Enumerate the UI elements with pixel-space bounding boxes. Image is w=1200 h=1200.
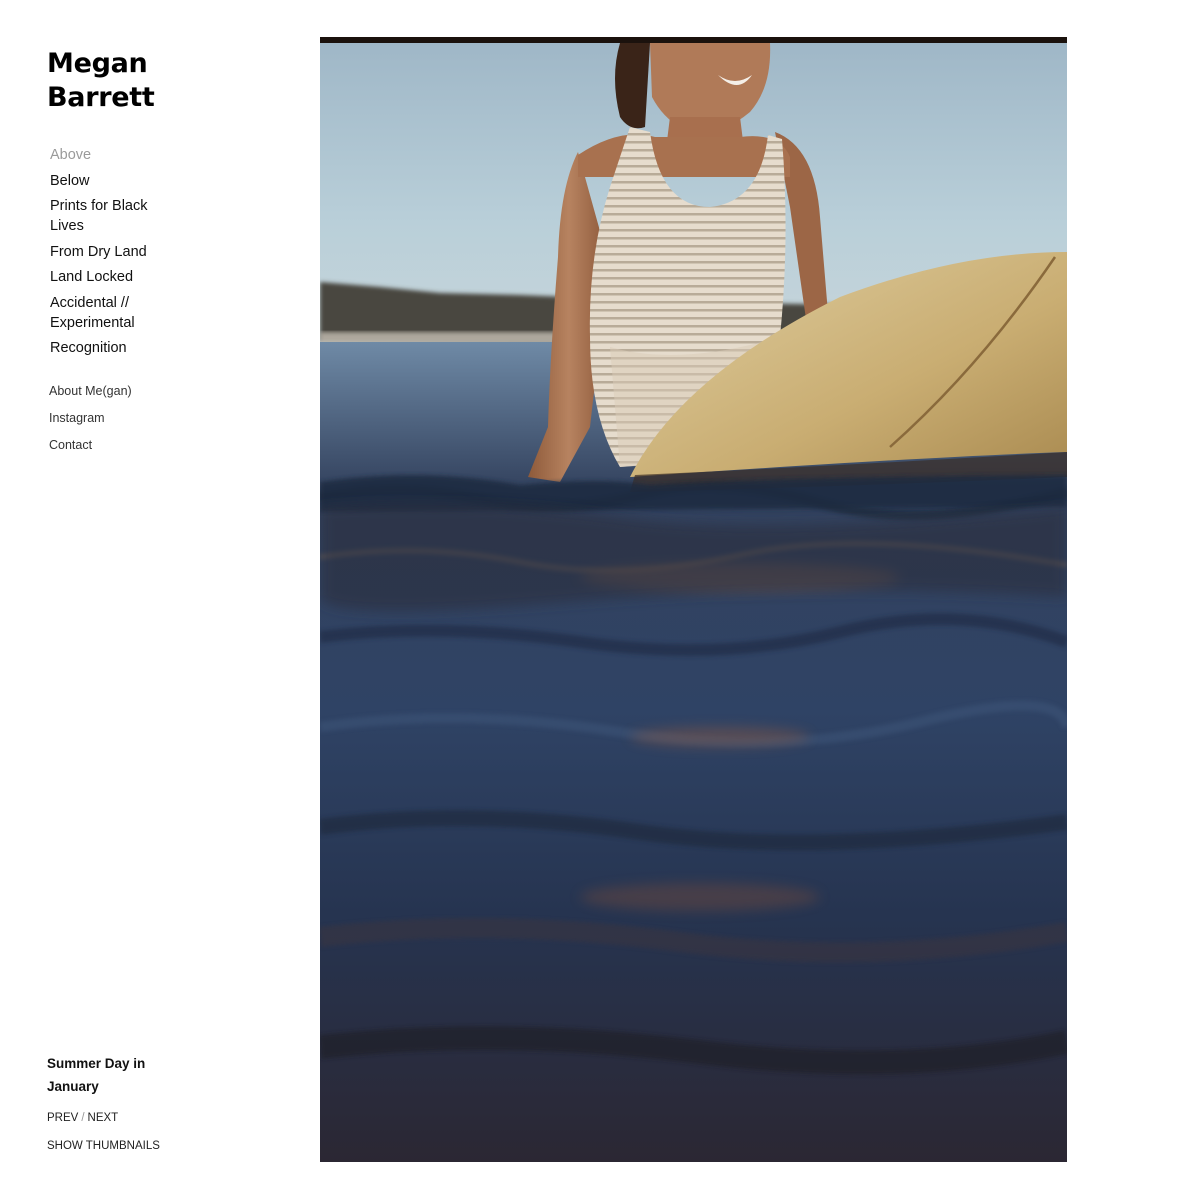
image-caption: Summer Day in January xyxy=(47,1056,146,1094)
nav-item-instagram[interactable]: Instagram xyxy=(49,409,132,427)
show-thumbnails-link[interactable]: SHOW THUMBNAILS xyxy=(47,1138,160,1154)
pager-separator: / xyxy=(81,1112,85,1124)
nav-item-prints-for-black-lives[interactable]: Prints for Black Lives xyxy=(50,196,180,236)
site-title-line-2: Barrett xyxy=(47,82,155,113)
main-nav: Above Below Prints for Black Lives From … xyxy=(50,145,180,364)
surfer-photo xyxy=(320,37,1067,1162)
secondary-nav: About Me(gan) Instagram Contact xyxy=(49,382,132,462)
nav-item-about[interactable]: About Me(gan) xyxy=(49,382,132,400)
site-title[interactable]: Megan Barrett xyxy=(47,47,197,115)
next-link[interactable]: NEXT xyxy=(88,1112,119,1124)
nav-item-land-locked[interactable]: Land Locked xyxy=(50,267,180,287)
site-title-line-1: Megan xyxy=(47,48,148,79)
nav-item-from-dry-land[interactable]: From Dry Land xyxy=(50,242,180,262)
page: Megan Barrett Above Below Prints for Bla… xyxy=(0,0,1200,1200)
nav-item-above[interactable]: Above xyxy=(50,145,180,165)
nav-item-accidental-experimental[interactable]: Accidental // Experimental xyxy=(50,293,180,333)
nav-item-recognition[interactable]: Recognition xyxy=(50,338,180,358)
gallery-image[interactable] xyxy=(320,37,1067,1162)
nav-item-contact[interactable]: Contact xyxy=(49,436,132,454)
sidebar: Megan Barrett Above Below Prints for Bla… xyxy=(0,0,200,1200)
nav-item-below[interactable]: Below xyxy=(50,171,180,191)
prev-link[interactable]: PREV xyxy=(47,1112,78,1124)
gallery-pager: PREV / NEXT xyxy=(47,1110,118,1126)
